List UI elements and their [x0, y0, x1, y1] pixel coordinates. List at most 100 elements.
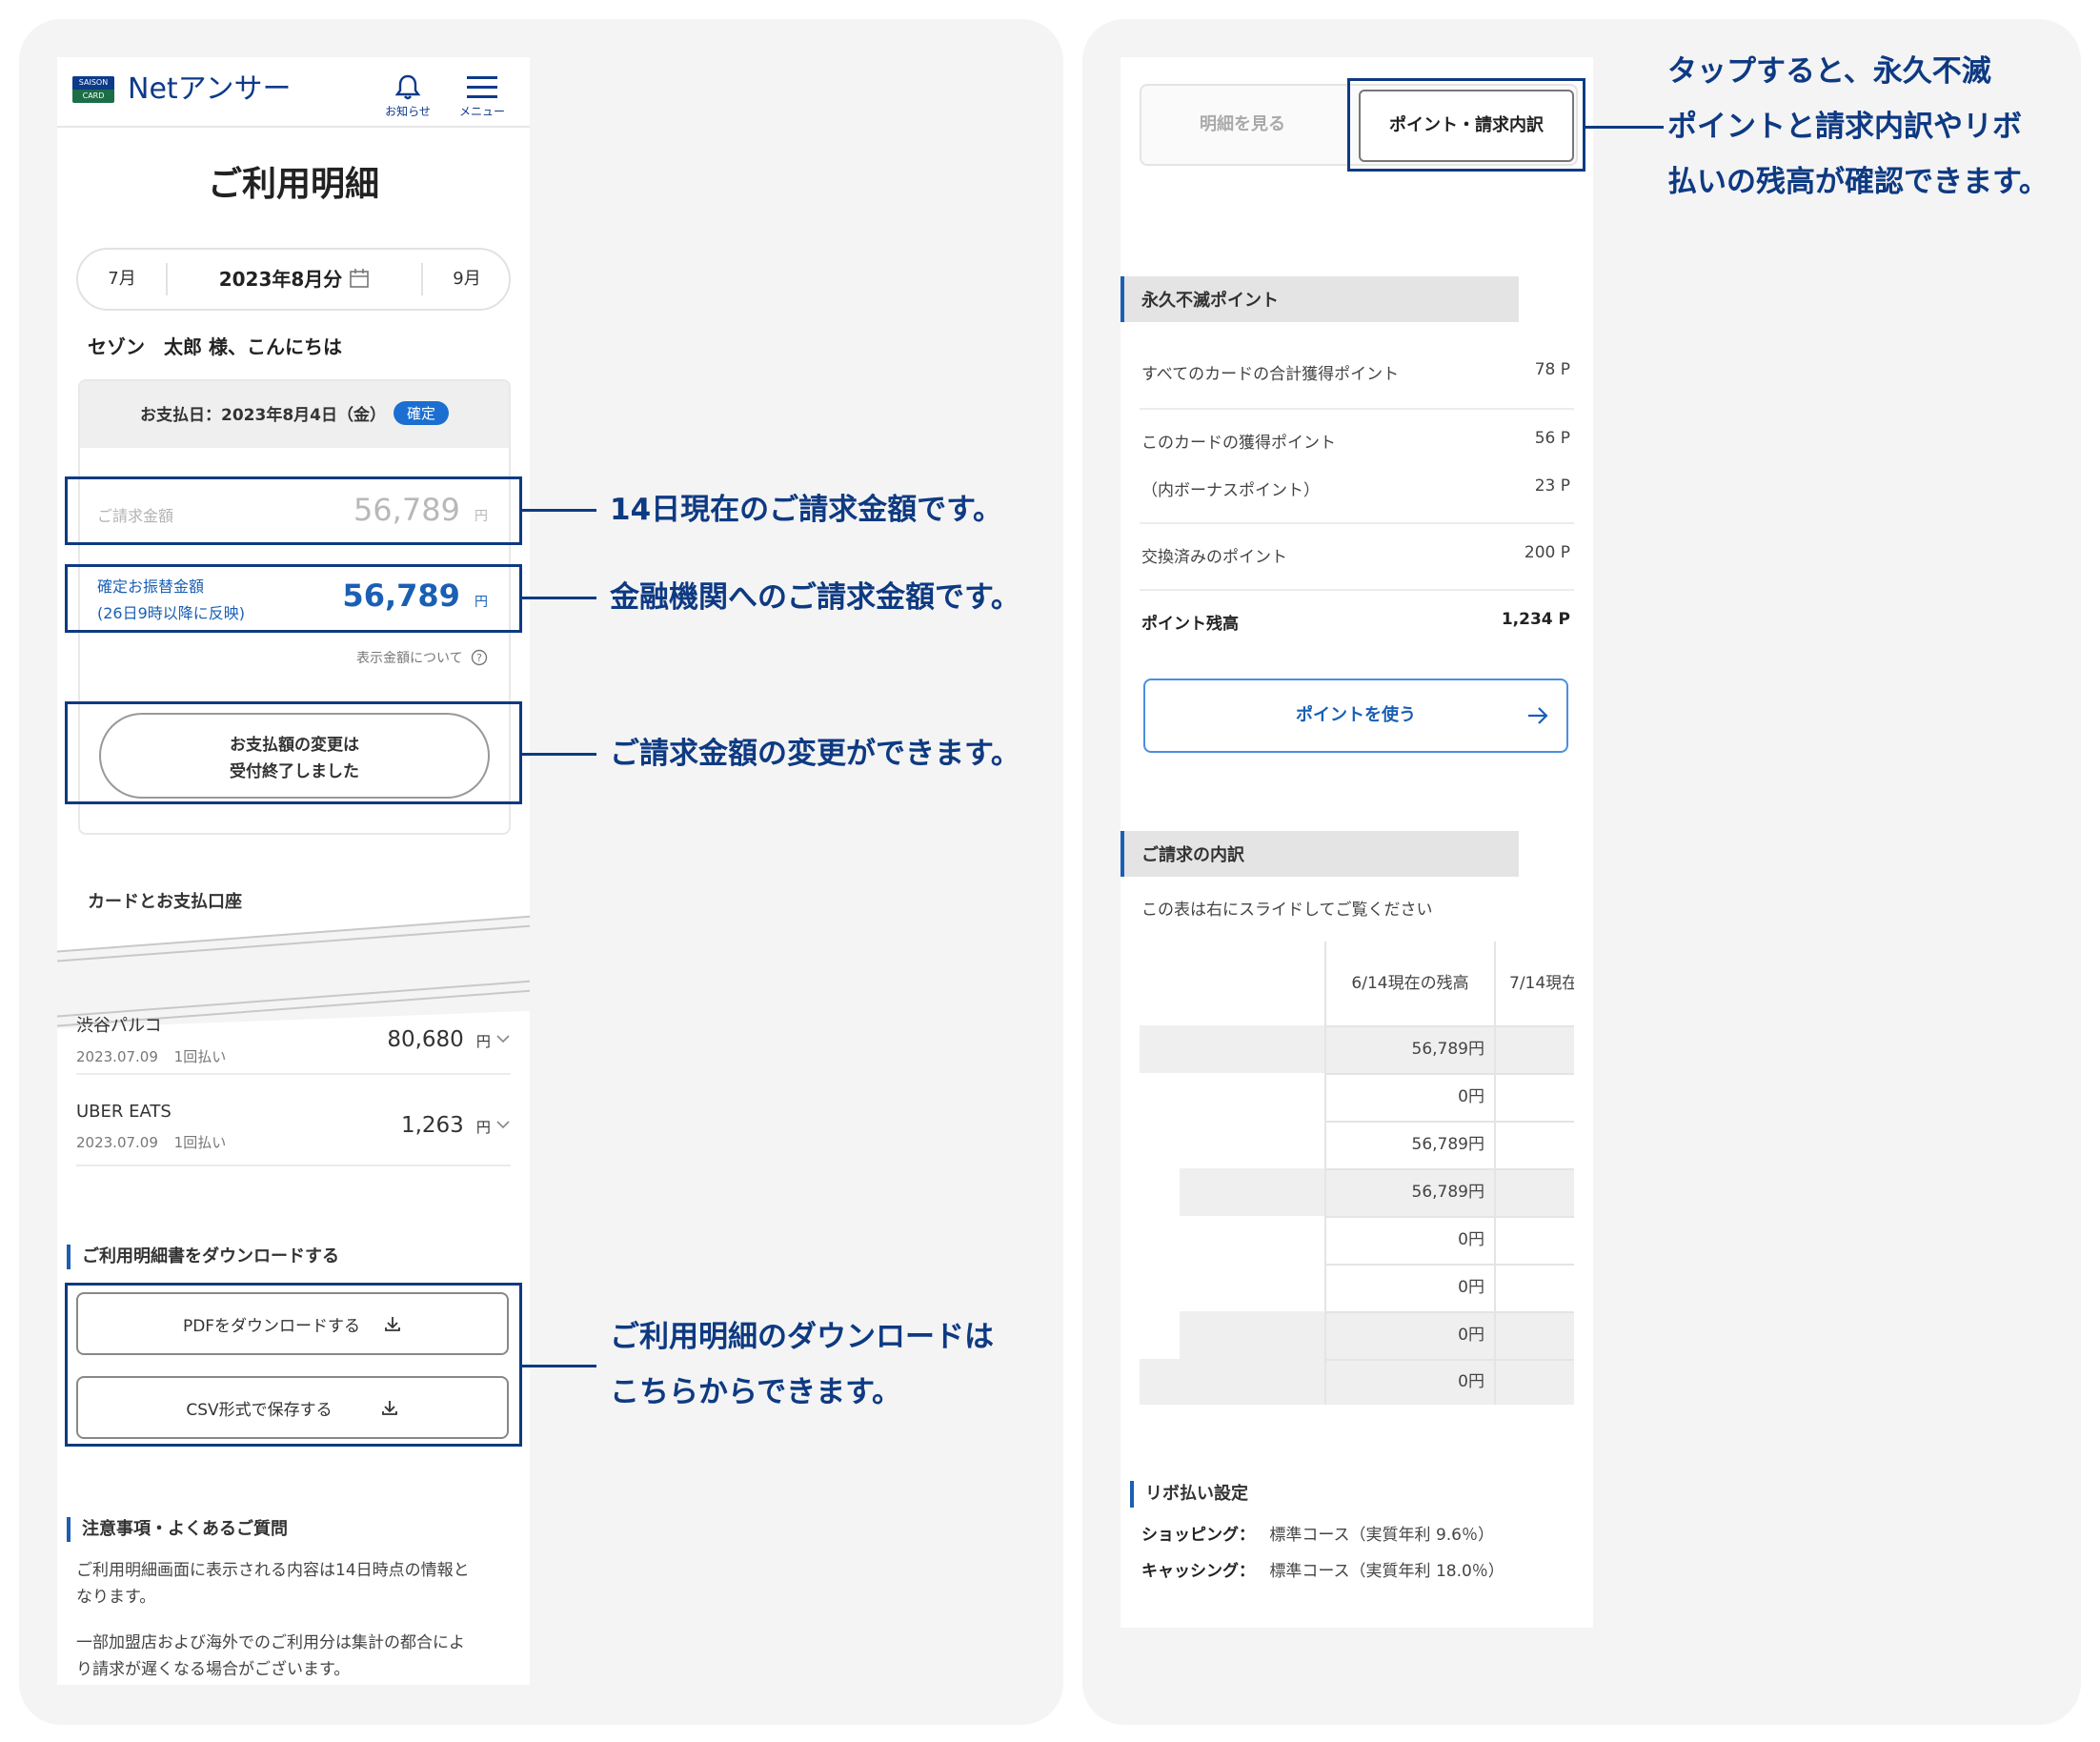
tab-callout-box: [1347, 78, 1585, 172]
menu-button[interactable]: メニュー: [452, 72, 513, 122]
point-row-card-value: 56 P: [1534, 429, 1570, 448]
revolving-shopping-label: ショッピング：: [1141, 1526, 1255, 1545]
change-callout-line: [522, 753, 596, 756]
display-note-label: 表示金額について: [355, 651, 463, 666]
transaction-2-amount: 1,263 円: [401, 1113, 511, 1138]
billing-callout-line: [522, 509, 596, 512]
notice-label: お知らせ: [385, 105, 431, 118]
tab-statement[interactable]: 明細を見る: [1141, 86, 1343, 164]
tab-callout-text-2: ポイントと請求内訳やリボ: [1667, 110, 2022, 144]
transaction-1-name: 渋谷パルコ: [76, 1016, 162, 1036]
transaction-1-amount-number: 80,680: [387, 1027, 464, 1052]
transfer-callout-text: 金融機関へのご請求金額です。: [610, 580, 1020, 615]
revolving-shopping-value: 標準コース（実質年利 9.6％）: [1269, 1526, 1494, 1545]
point-row-exchanged-label: 交換済みのポイント: [1141, 548, 1287, 567]
table-cell-8: 0円: [1458, 1372, 1484, 1391]
transaction-1-type: 1回払い: [173, 1048, 227, 1065]
point-row-balance-label: ポイント残高: [1141, 615, 1239, 634]
transaction-2-type: 1回払い: [173, 1134, 227, 1151]
faq-section-title: 注意事項・よくあるご質問: [67, 1517, 288, 1542]
bell-icon: [394, 74, 421, 100]
transaction-1-date: 2023.07.09: [76, 1048, 158, 1065]
transaction-1-amount: 80,680 円: [387, 1027, 511, 1052]
download-callout-text-1: ご利用明細のダウンロードは: [610, 1320, 994, 1354]
billing-callout-box: [65, 476, 522, 545]
next-month-button[interactable]: 9月: [423, 250, 511, 309]
breakdown-table: 6/14現在の残高 7/14現在 56,789円 0円 56,789円 56,7…: [1140, 942, 1574, 1405]
payment-day-label: お支払日：2023年8月4日（金）: [140, 405, 386, 425]
point-separator-3: [1140, 589, 1574, 591]
notice-button[interactable]: お知らせ: [379, 72, 436, 122]
logo-bottom-text: CARD: [82, 91, 105, 100]
header: SAISON CARD Netアンサー お知らせ メニュー: [57, 57, 530, 128]
transaction-2[interactable]: UBER EATS 2023.07.09 1回払い 1,263 円: [76, 1096, 511, 1163]
current-month-label: 2023年8月分: [218, 268, 343, 291]
table-col1-header: 6/14現在の残高: [1351, 974, 1469, 993]
download-callout-box: [65, 1283, 522, 1447]
revolving-shopping: ショッピング： 標準コース（実質年利 9.6％）: [1141, 1521, 1494, 1545]
point-separator-1: [1140, 408, 1574, 410]
transaction-2-amount-number: 1,263: [400, 1113, 464, 1138]
chevron-down-icon: [496, 1121, 510, 1129]
right-phone-screen: 明細を見る ポイント・請求内訳 永久不滅ポイント すべてのカードの合計獲得ポイン…: [1121, 57, 1593, 1628]
saison-card-logo[interactable]: SAISON CARD: [72, 76, 114, 103]
tab-callout-text-3: 払いの残高が確認できます。: [1667, 165, 2049, 199]
change-callout-text: ご請求金額の変更ができます。: [610, 737, 1020, 771]
page-cut-decoration: [57, 915, 530, 1029]
table-cell-3: 56,789円: [1411, 1135, 1484, 1154]
point-row-bonus-label: （内ボーナスポイント）: [1141, 481, 1320, 500]
transaction-1[interactable]: 渋谷パルコ 2023.07.09 1回払い 80,680 円: [76, 1010, 511, 1096]
table-cell-5: 0円: [1458, 1230, 1484, 1249]
revolving-cashing: キャッシング： 標準コース（実質年利 18.0％）: [1141, 1557, 1504, 1581]
point-row-total-value: 78 P: [1534, 360, 1570, 379]
point-row-bonus-value: 23 P: [1534, 476, 1570, 496]
transaction-2-date: 2023.07.09: [76, 1134, 158, 1151]
download-callout-text-2: こちらからできます。: [610, 1375, 901, 1409]
calendar-icon: [350, 269, 370, 288]
table-cell-7: 0円: [1458, 1326, 1484, 1345]
points-section-title: 永久不滅ポイント: [1121, 276, 1519, 322]
point-row-total-label: すべてのカードの合計獲得ポイント: [1141, 365, 1400, 384]
transaction-1-meta: 2023.07.09 1回払い: [76, 1046, 226, 1066]
month-navigator: 7月 2023年8月分 9月: [76, 248, 511, 311]
table-cell-1: 56,789円: [1411, 1040, 1484, 1059]
breakdown-section-title: ご請求の内訳: [1121, 831, 1519, 877]
breakdown-hint: この表は右にスライドしてご覧ください: [1141, 901, 1433, 920]
app-name: Netアンサー: [128, 72, 292, 106]
arrow-right-icon: [1528, 707, 1548, 724]
faq-para2-line2: り請求が遅くなる場合がございます。: [76, 1660, 351, 1679]
use-points-button[interactable]: ポイントを使う: [1143, 679, 1568, 753]
logo-top-text: SAISON: [72, 76, 114, 90]
question-circle-icon: ?: [471, 649, 488, 666]
table-col2-header: 7/14現在: [1509, 974, 1574, 993]
prev-month-button[interactable]: 7月: [78, 250, 166, 309]
payment-day: お支払日：2023年8月4日（金） 確定: [78, 379, 511, 446]
revolving-cashing-value: 標準コース（実質年利 18.0％）: [1269, 1562, 1504, 1581]
billing-callout-text: 14日現在のご請求金額です。: [610, 493, 1003, 527]
page-title: ご利用明細: [207, 165, 379, 204]
table-cell-4: 56,789円: [1411, 1183, 1484, 1202]
chevron-down-icon: [496, 1035, 510, 1043]
faq-para1-line2: なります。: [76, 1588, 156, 1607]
transaction-2-amount-unit: 円: [475, 1119, 491, 1136]
download-callout-line: [522, 1365, 596, 1367]
table-cell-6: 0円: [1458, 1278, 1484, 1297]
point-row-card-label: このカードの獲得ポイント: [1141, 434, 1336, 453]
point-row-exchanged-value: 200 P: [1524, 543, 1570, 562]
menu-label: メニュー: [458, 105, 505, 118]
greeting: セゾン 太郎 様、こんにちは: [88, 335, 342, 358]
display-amount-help[interactable]: 表示金額について ?: [356, 648, 488, 667]
faq-text: ご利用明細画面に表示される内容は14日時点の情報と なります。 一部加盟店および…: [76, 1557, 515, 1683]
transaction-separator-1: [76, 1073, 511, 1075]
download-section-title: ご利用明細書をダウンロードする: [67, 1245, 339, 1269]
change-callout-box: [65, 701, 522, 804]
transaction-1-amount-unit: 円: [475, 1033, 491, 1050]
point-row-balance-value: 1,234 P: [1501, 610, 1570, 629]
tab-callout-line: [1585, 126, 1664, 129]
current-month[interactable]: 2023年8月分: [168, 250, 421, 309]
transaction-2-meta: 2023.07.09 1回払い: [76, 1132, 226, 1152]
table-cell-2: 0円: [1458, 1087, 1484, 1106]
transfer-callout-line: [522, 597, 596, 599]
point-separator-2: [1140, 522, 1574, 524]
use-points-label: ポイントを使う: [1296, 705, 1416, 725]
